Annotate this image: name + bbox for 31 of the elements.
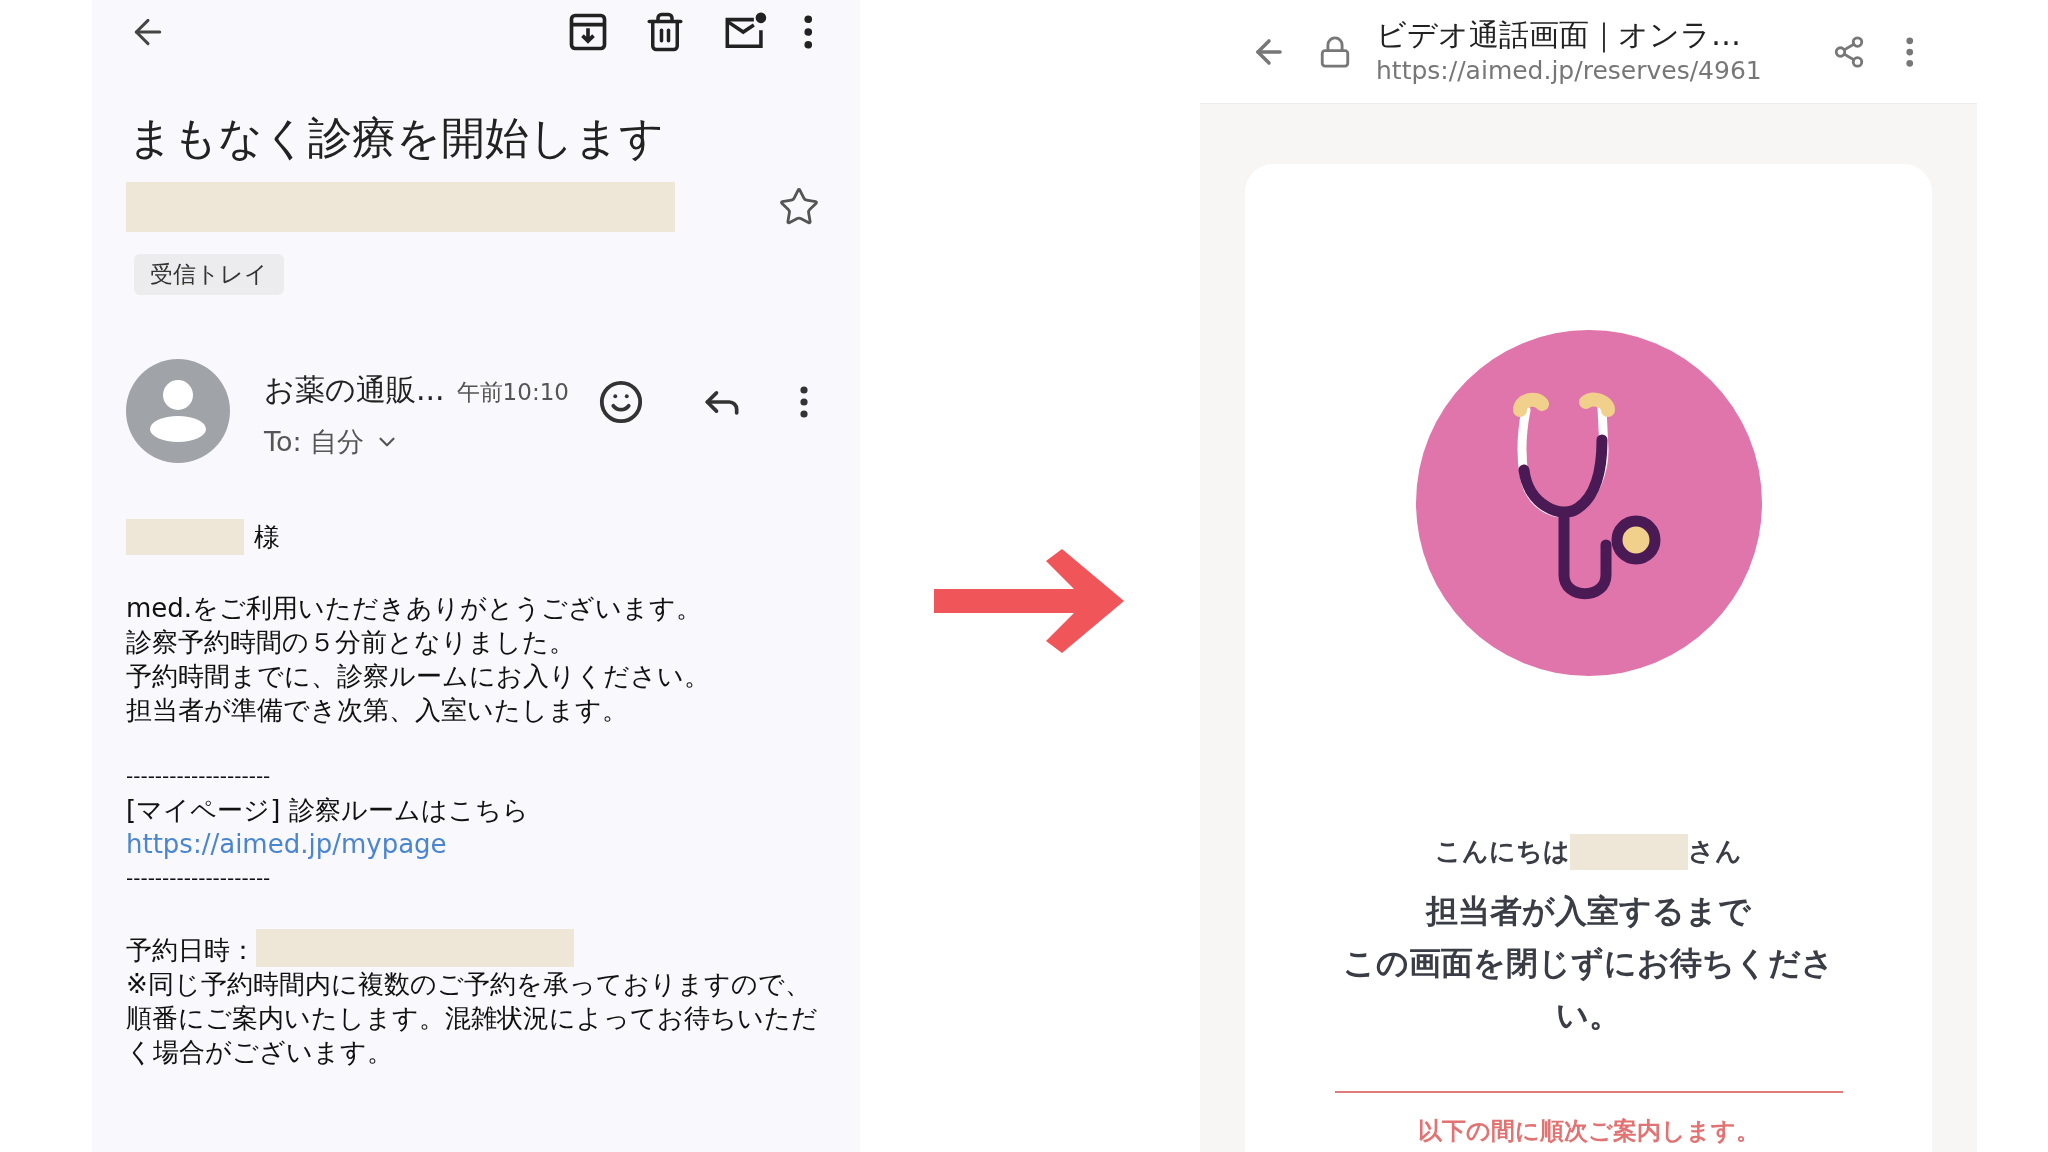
page-title: ビデオ通話画面｜オンラ… bbox=[1376, 15, 1742, 54]
waiting-message: 担当者が入室するまで bbox=[1426, 891, 1751, 932]
waiting-message: この画面を閉じずにお待ちください。 bbox=[1342, 943, 1835, 1036]
label-chip: 受信トレイ bbox=[134, 254, 284, 295]
divider-text: -------------------- bbox=[126, 762, 272, 790]
more-button[interactable] bbox=[800, 385, 808, 418]
mypage-label: [マイページ] 診察ルームはこちら bbox=[126, 793, 530, 827]
divider-text: -------------------- bbox=[126, 864, 272, 892]
notice-text: 以下の間に順次ご案内します。 bbox=[1417, 1116, 1760, 1147]
salutation: 様 bbox=[254, 520, 280, 554]
greeting-text: こんにちは bbox=[1435, 835, 1570, 868]
recipient-toggle[interactable]: To: 自分 bbox=[264, 421, 569, 462]
mypage-link[interactable]: https://aimed.jp/mypage bbox=[126, 826, 826, 861]
more-icon bbox=[800, 385, 808, 418]
email-subject: まもなく診療を開始します bbox=[128, 111, 665, 165]
emoji-reaction-button[interactable] bbox=[598, 378, 644, 425]
page-url: https://aimed.jp/reserves/4961 bbox=[1376, 54, 1762, 87]
more-button[interactable] bbox=[803, 15, 812, 49]
email-time: 午前10:10 bbox=[456, 377, 569, 407]
body-text-line: med.をご利用いただきありがとうございます。 bbox=[126, 591, 704, 625]
body-text-line: 担当者が準備でき次第、入室いたします。 bbox=[126, 693, 629, 727]
reservation-date-label: 予約日時： bbox=[126, 933, 256, 967]
smile-icon bbox=[598, 378, 644, 425]
body-text-line: 診察予約時間の５分前となりました。 bbox=[126, 625, 576, 659]
more-icon bbox=[1905, 36, 1913, 67]
more-icon bbox=[803, 15, 812, 49]
sender-name: お薬の通販... bbox=[264, 370, 445, 409]
note-paragraph: ※同じ予約時間内に複数のご予約を承っておりますので、順番にご案内いたします。混雑状況によってお待ちいただく場合がございます。 bbox=[126, 967, 819, 1069]
lock-icon bbox=[1318, 34, 1352, 69]
body-text-line: 予約時間までに、診察ルームにお入りください。 bbox=[126, 659, 711, 693]
greeting-suffix: さん bbox=[1688, 835, 1742, 868]
